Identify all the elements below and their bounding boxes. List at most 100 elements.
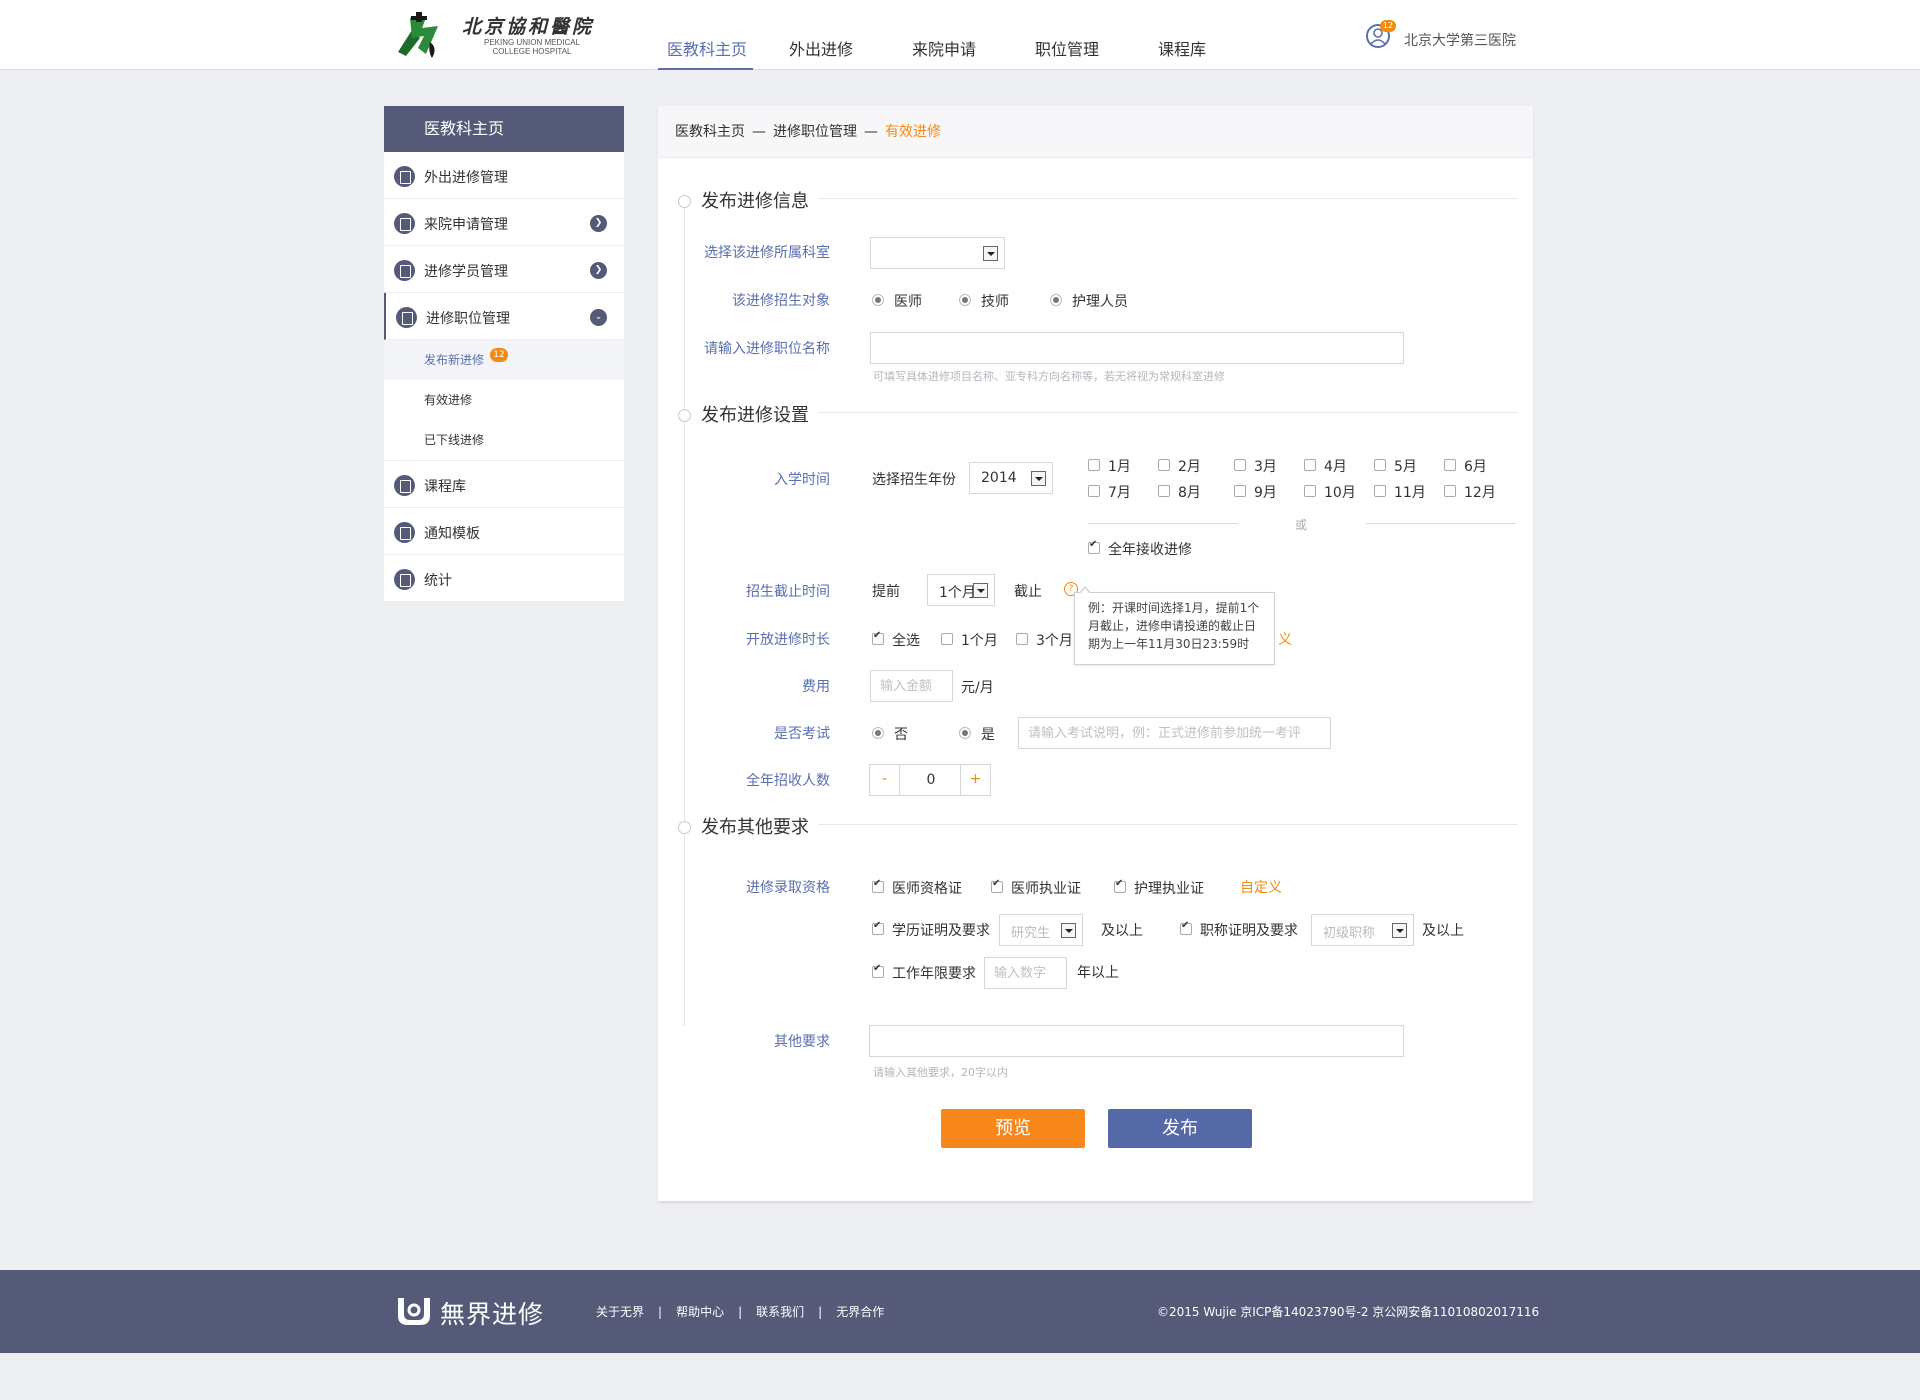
quota-value[interactable]: 0	[901, 772, 961, 788]
month-checkbox[interactable]: 12月	[1444, 482, 1496, 502]
exam-description-input[interactable]	[1018, 717, 1331, 749]
nav-course-library[interactable]: 课程库	[1158, 36, 1206, 60]
breadcrumb-separator: —	[752, 124, 766, 140]
qual-checkbox-physician-license[interactable]: 医师资格证	[872, 878, 962, 898]
work-years-input[interactable]	[984, 957, 1067, 989]
subitem-badge: 12	[490, 348, 508, 362]
year-select[interactable]: 2014	[969, 462, 1053, 494]
section-title-text: 发布其他要求	[701, 817, 809, 838]
month-checkbox[interactable]: 9月	[1234, 482, 1277, 502]
hospital-logo[interactable]: 北京協和醫院 PEKING UNION MEDICAL COLLEGE HOSP…	[392, 8, 602, 60]
title-suffix: 及以上	[1422, 923, 1464, 939]
footer-separator: |	[818, 1305, 823, 1319]
duration-custom-link[interactable]: 义	[1278, 629, 1292, 649]
all-year-checkbox[interactable]: 全年接收进修	[1088, 539, 1192, 559]
sidebar-item-label: 进修学员管理	[424, 264, 508, 280]
logo-mark-icon	[398, 12, 438, 58]
sidebar-item-label: 外出进修管理	[424, 170, 508, 186]
breadcrumb-positions[interactable]: 进修职位管理	[773, 124, 857, 140]
footer-link-contact[interactable]: 联系我们	[756, 1305, 804, 1319]
footer-separator: |	[658, 1305, 663, 1319]
sidebar-item-positions[interactable]: 进修职位管理 ⌄	[384, 293, 624, 340]
deadline-tooltip: 例：开课时间选择1月，提前1个月截止，进修申请投递的截止日期为上一年11月30日…	[1074, 586, 1275, 665]
title-select[interactable]: 初级职称	[1311, 914, 1414, 946]
chevron-down-icon[interactable]: ⌄	[590, 309, 607, 326]
fee-label: 费用	[802, 679, 830, 695]
nav-position-management[interactable]: 职位管理	[1035, 36, 1099, 60]
chevron-right-icon[interactable]: ❯	[590, 215, 607, 232]
fee-input[interactable]	[870, 670, 953, 702]
month-checkbox[interactable]: 2月	[1158, 456, 1201, 476]
target-radio-technician[interactable]: 技师	[959, 291, 1009, 311]
duration-checkbox-1m[interactable]: 1个月	[941, 630, 998, 650]
chevron-right-icon[interactable]: ❯	[590, 262, 607, 279]
qual-checkbox-practice-license[interactable]: 医师执业证	[991, 878, 1081, 898]
sidebar-subitem-offline[interactable]: 已下线进修	[384, 420, 624, 460]
nav-hospital-application[interactable]: 来院申请	[912, 36, 976, 60]
subitem-label: 发布新进修	[424, 353, 485, 367]
qual-checkbox-nurse-license[interactable]: 护理执业证	[1114, 878, 1204, 898]
deadline-select[interactable]: 1个月	[927, 574, 995, 606]
sidebar-item-stats[interactable]: 统计	[384, 555, 624, 602]
footer-links: 关于无界 | 帮助中心 | 联系我们 | 无界合作	[596, 1303, 884, 1320]
quota-label: 全年招收人数	[746, 773, 830, 789]
sidebar-title[interactable]: 医教科主页	[384, 106, 624, 152]
other-req-input[interactable]	[869, 1025, 1404, 1057]
target-radio-nurse[interactable]: 护理人员	[1050, 291, 1128, 311]
nav-outgoing-training[interactable]: 外出进修	[789, 36, 853, 60]
sidebar-item-courses[interactable]: 课程库	[384, 461, 624, 508]
sidebar-item-trainees[interactable]: 进修学员管理 ❯	[384, 246, 624, 293]
publish-button[interactable]: 发布	[1108, 1109, 1252, 1148]
month-checkbox[interactable]: 8月	[1158, 482, 1201, 502]
quota-increment-button[interactable]: +	[960, 765, 990, 795]
month-checkbox[interactable]: 4月	[1304, 456, 1347, 476]
preview-button[interactable]: 预览	[941, 1109, 1085, 1148]
footer-link-cooperate[interactable]: 无界合作	[836, 1305, 884, 1319]
timeline-dot	[678, 195, 691, 208]
sidebar-item-applications[interactable]: 来院申请管理 ❯	[384, 199, 624, 246]
sidebar-subitem-new[interactable]: 发布新进修 12	[384, 340, 624, 380]
breadcrumb-home[interactable]: 医教科主页	[675, 124, 745, 140]
deadline-after-text: 截止	[1014, 584, 1042, 600]
quota-decrement-button[interactable]: -	[870, 765, 900, 795]
course-icon	[394, 475, 415, 496]
footer-link-help[interactable]: 帮助中心	[676, 1305, 724, 1319]
sidebar-item-templates[interactable]: 通知模板	[384, 508, 624, 555]
user-hospital-name: 北京大学第三医院	[1404, 33, 1516, 49]
edu-checkbox[interactable]: 学历证明及要求	[872, 920, 990, 940]
footer: 無界进修 关于无界 | 帮助中心 | 联系我们 | 无界合作 ©2015 Wujie 京IC…	[0, 1270, 1920, 1353]
month-checkbox[interactable]: 5月	[1374, 456, 1417, 476]
section-timeline	[684, 198, 685, 1026]
duration-checkbox-all[interactable]: 全选	[872, 630, 920, 650]
edu-select[interactable]: 研究生	[999, 914, 1083, 946]
wujie-logo-icon	[398, 1298, 430, 1325]
sidebar-subitem-active[interactable]: 有效进修	[384, 380, 624, 420]
section-title-requirements: 发布其他要求	[678, 813, 809, 839]
month-checkbox[interactable]: 7月	[1088, 482, 1131, 502]
or-divider-right	[1366, 523, 1516, 524]
dept-select[interactable]	[870, 237, 1005, 269]
title-checkbox[interactable]: 职称证明及要求	[1180, 920, 1298, 940]
target-radio-doctor[interactable]: 医师	[872, 291, 922, 311]
or-divider-left	[1088, 523, 1238, 524]
month-checkbox[interactable]: 6月	[1444, 456, 1487, 476]
nav-home[interactable]: 医教科主页	[667, 36, 747, 60]
month-checkbox[interactable]: 11月	[1374, 482, 1426, 502]
position-name-hint: 可填写具体进修项目名称、亚专科方向名称等，若无将视为常规科室进修	[873, 370, 1225, 383]
exam-radio-yes[interactable]: 是	[959, 724, 995, 744]
month-checkbox[interactable]: 1月	[1088, 456, 1131, 476]
duration-checkbox-3m[interactable]: 3个月	[1016, 630, 1073, 650]
work-years-checkbox[interactable]: 工作年限要求	[872, 963, 976, 983]
footer-link-about[interactable]: 关于无界	[596, 1305, 644, 1319]
notification-badge: 12	[1380, 20, 1396, 32]
month-checkbox[interactable]: 10月	[1304, 482, 1356, 502]
exam-radio-no[interactable]: 否	[872, 724, 908, 744]
qual-custom-link[interactable]: 自定义	[1240, 877, 1282, 897]
sidebar-item-outgoing[interactable]: 外出进修管理	[384, 152, 624, 199]
section-title-settings: 发布进修设置	[678, 401, 809, 427]
trainee-icon	[394, 260, 415, 281]
position-name-input[interactable]	[870, 332, 1404, 364]
sidebar-submenu: 发布新进修 12 有效进修 已下线进修	[384, 340, 624, 461]
quota-stepper[interactable]: - 0 +	[869, 764, 991, 796]
month-checkbox[interactable]: 3月	[1234, 456, 1277, 476]
